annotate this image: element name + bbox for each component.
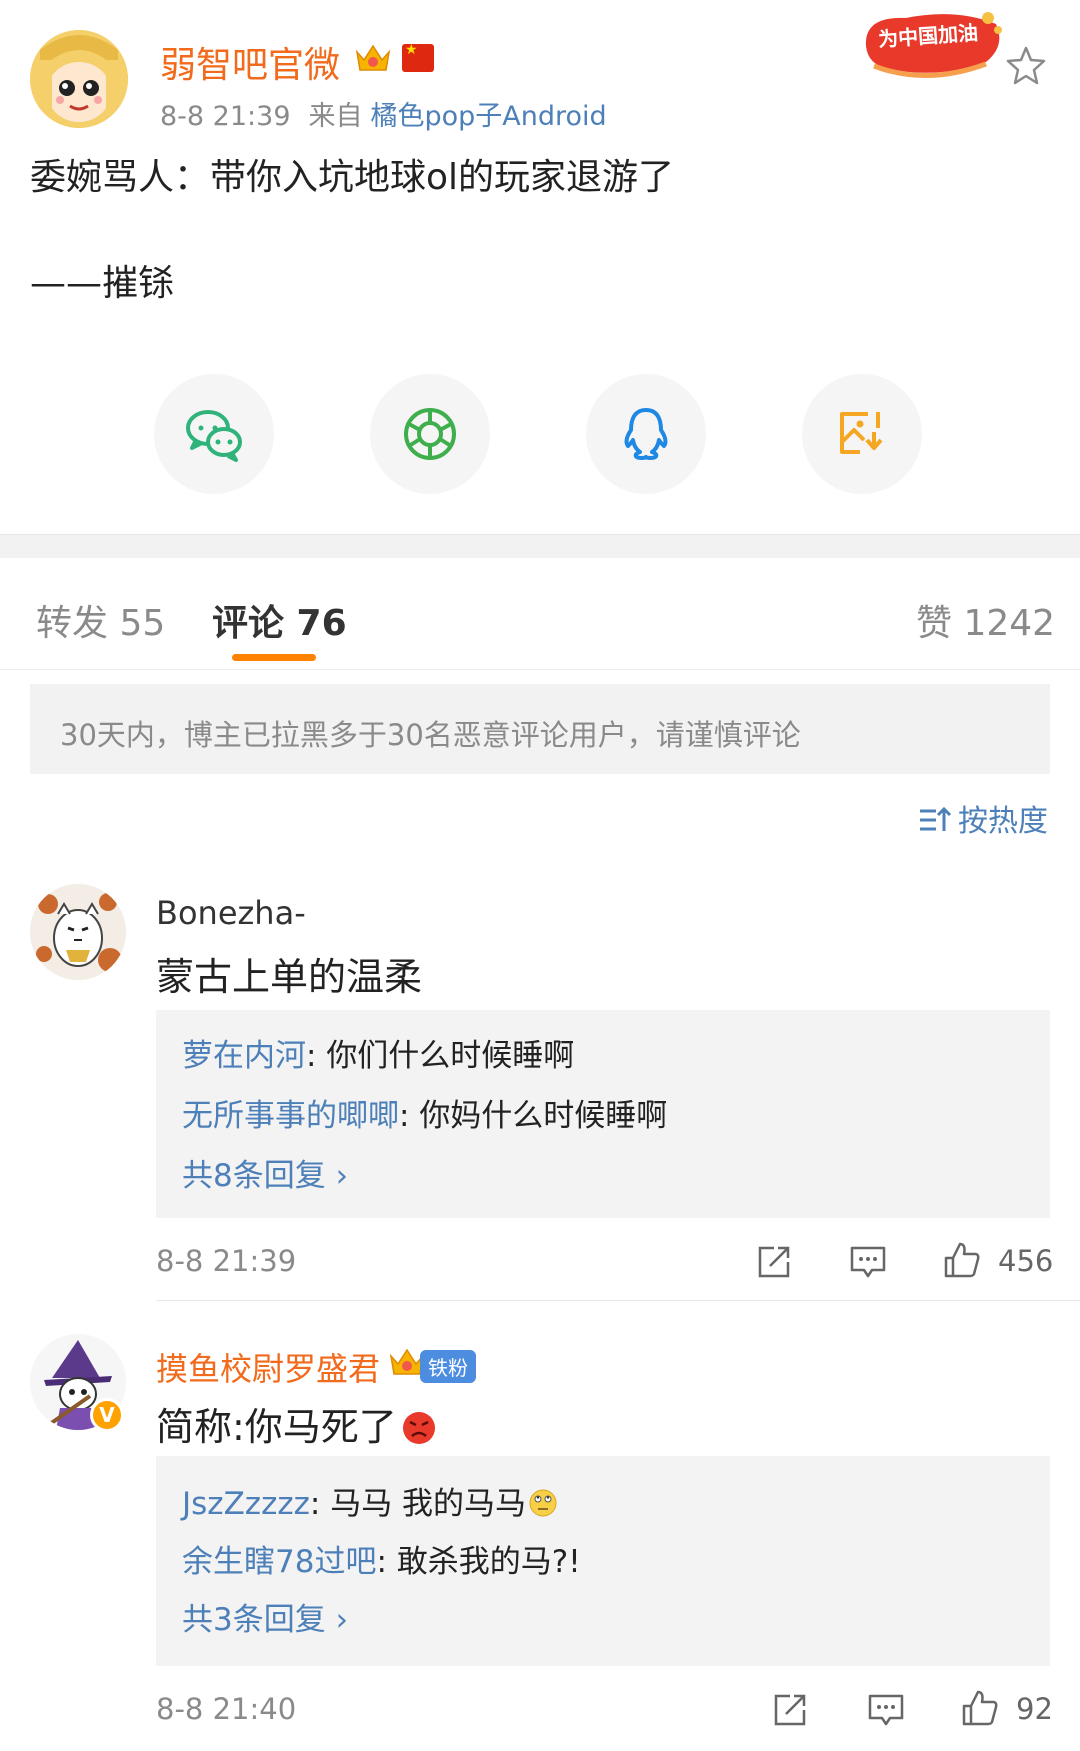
save-image-button[interactable]: [802, 374, 922, 494]
tab-comments[interactable]: 评论 76: [212, 594, 347, 646]
commenter-name[interactable]: Bonezha-: [156, 894, 306, 932]
comment-time: 8-8 21:39: [156, 1244, 297, 1278]
reply-text: 你妈什么时候睡啊: [419, 1098, 668, 1134]
reply-user[interactable]: 余生瞎78过吧: [182, 1544, 376, 1580]
reply-user[interactable]: 无所事事的唧唧: [182, 1098, 399, 1134]
sort-label: 按热度: [958, 804, 1048, 839]
iron-fan-badge: 铁粉: [420, 1350, 476, 1383]
comment-time: 8-8 21:40: [156, 1692, 297, 1726]
like-icon[interactable]: [942, 1240, 982, 1280]
comment-notice: 30天内，博主已拉黑多于30名恶意评论用户，请谨慎评论: [30, 684, 1050, 774]
post-signature: ——摧铩: [30, 263, 175, 304]
wechat-icon: [186, 410, 242, 462]
moments-icon: [404, 408, 456, 460]
repost-icon[interactable]: [770, 1690, 810, 1730]
active-tab-indicator: [232, 654, 316, 661]
comment-divider: [156, 1300, 1080, 1301]
reply-text: 你们什么时候睡啊: [326, 1038, 575, 1074]
reply-line: 余生瞎78过吧: 敢杀我的马?!: [182, 1536, 581, 1581]
favorite-star-icon[interactable]: [1004, 44, 1048, 88]
comment-text: 蒙古上单的温柔: [156, 955, 423, 999]
tab-bar: 转发 55 评论 76 赞 1242: [0, 558, 1080, 670]
commenter-name[interactable]: 摸鱼校尉罗盛君: [156, 1344, 380, 1390]
section-gap: [0, 534, 1080, 558]
eye-roll-emoji-icon: [529, 1489, 557, 1517]
comment-reply-icon[interactable]: [866, 1690, 906, 1730]
tab-likes[interactable]: 赞 1242: [916, 594, 1055, 646]
post-meta: 8-8 21:39 来自 橘色pop子Android: [160, 94, 607, 133]
like-count: 456: [998, 1244, 1054, 1278]
reply-preview-box[interactable]: JszZzzzz: 马马 我的马马 余生瞎78过吧: 敢杀我的马?! 共3条回复…: [156, 1456, 1050, 1666]
post-header: 弱智吧官微 8-8 21:39来自橘色pop子Android 为中国加油: [0, 0, 1080, 140]
china-flag-icon: [402, 42, 434, 72]
save-image-icon: [840, 412, 883, 454]
angry-emoji-icon: [402, 1412, 435, 1444]
post-source[interactable]: 橘色pop子Android: [371, 101, 607, 132]
sort-by-hot-button[interactable]: 按热度: [918, 796, 1048, 839]
qq-icon: [624, 408, 668, 460]
reply-separator: :: [376, 1544, 397, 1580]
reply-line: 无所事事的唧唧: 你妈什么时候睡啊: [182, 1090, 667, 1135]
view-all-replies-link[interactable]: 共3条回复 ›: [182, 1594, 348, 1639]
share-qq-button[interactable]: [586, 374, 706, 494]
comment-text: 简称:你马死了: [156, 1396, 437, 1451]
reply-preview-box[interactable]: 萝在内河: 你们什么时候睡啊 无所事事的唧唧: 你妈什么时候睡啊 共8条回复 ›: [156, 1010, 1050, 1218]
commenter-avatar[interactable]: [30, 884, 126, 980]
tab-reposts[interactable]: 转发 55: [36, 594, 165, 646]
reply-separator: :: [309, 1486, 331, 1522]
reply-text: 敢杀我的马?!: [396, 1544, 581, 1580]
reply-line: JszZzzzz: 马马 我的马马: [182, 1478, 558, 1523]
view-all-replies-link[interactable]: 共8条回复 ›: [182, 1150, 348, 1195]
author-name[interactable]: 弱智吧官微: [160, 36, 340, 88]
comment-reply-icon[interactable]: [848, 1242, 888, 1282]
sort-icon: [920, 806, 952, 831]
verified-icon: V: [90, 1398, 124, 1432]
post-date: 8-8 21:39: [160, 101, 291, 132]
from-label: 来自: [308, 101, 363, 132]
like-icon[interactable]: [960, 1688, 1000, 1728]
repost-icon[interactable]: [754, 1242, 794, 1282]
reply-user[interactable]: JszZzzzz: [182, 1486, 310, 1522]
reply-user[interactable]: 萝在内河: [182, 1038, 306, 1074]
reply-separator: :: [399, 1098, 420, 1134]
share-wechat-button[interactable]: [154, 374, 274, 494]
reply-line: 萝在内河: 你们什么时候睡啊: [182, 1030, 574, 1075]
crown-icon: [355, 44, 391, 71]
post-text: 委婉骂人：带你入坑地球ol的玩家退游了: [30, 157, 675, 198]
notice-text: 30天内，博主已拉黑多于30名恶意评论用户，请谨慎评论: [60, 718, 801, 752]
reply-separator: :: [306, 1038, 327, 1074]
reply-text: 马马 我的马马: [330, 1486, 527, 1522]
share-moments-button[interactable]: [370, 374, 490, 494]
comment-text-content: 简称:你马死了: [156, 1405, 397, 1449]
like-count: 92: [1016, 1692, 1053, 1726]
author-avatar[interactable]: [30, 30, 128, 128]
